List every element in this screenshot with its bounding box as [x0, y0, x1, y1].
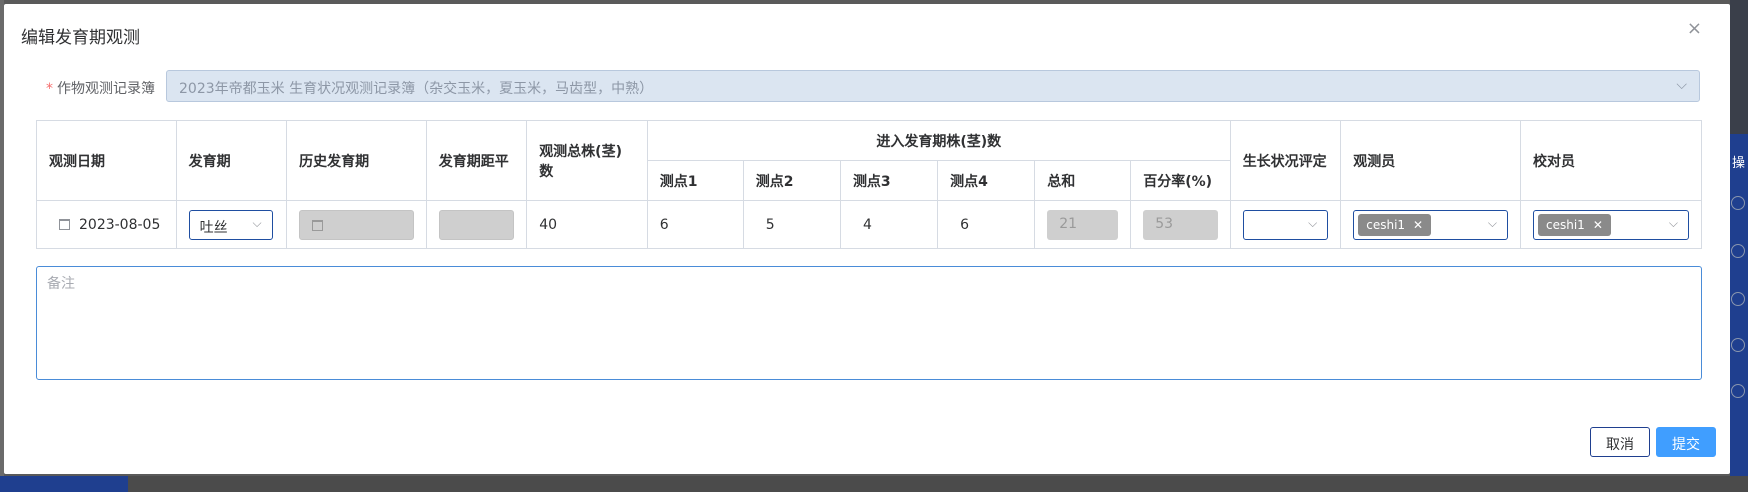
stage-select[interactable]: 吐丝 ⌵: [188, 209, 273, 240]
point1-cell[interactable]: 6: [646, 200, 744, 249]
point4-cell[interactable]: 6: [937, 200, 1036, 249]
point2-cell[interactable]: 5: [742, 200, 841, 249]
cancel-button[interactable]: 取消: [1590, 427, 1650, 457]
book-label: * 作物观测记录簿: [46, 78, 155, 98]
point3-cell[interactable]: 4: [839, 200, 939, 249]
observer-tag: ceshi1 ✕: [1358, 213, 1432, 236]
observer-tag-label: ceshi1: [1366, 217, 1406, 232]
sum-cell: 21: [1034, 200, 1132, 249]
header-stage-anomaly: 发育期距平: [425, 120, 528, 201]
backdrop-circle-icon: [1731, 244, 1745, 258]
header-point3: 测点3: [839, 160, 939, 201]
history-stage-input: [299, 209, 414, 240]
header-proofreader: 校对员: [1520, 120, 1702, 201]
remark-textarea[interactable]: 备注: [36, 266, 1702, 380]
remark-placeholder: 备注: [47, 276, 75, 292]
backdrop-bottom: [0, 476, 1748, 492]
stage-cell: 吐丝 ⌵: [175, 200, 288, 249]
backdrop-circle-icon: [1731, 196, 1745, 210]
header-percent: 百分率(%): [1130, 160, 1231, 201]
edit-stage-dialog: 编辑发育期观测 × * 作物观测记录簿 2023年帝都玉米 生育状况观测记录簿（杂…: [4, 4, 1730, 474]
backdrop-circle-icon: [1731, 292, 1745, 306]
percent-value: 53: [1143, 209, 1218, 240]
calendar-icon: [312, 219, 324, 231]
backdrop-circle-icon: [1731, 384, 1745, 398]
percent-cell: 53: [1130, 200, 1231, 249]
header-sum: 总和: [1034, 160, 1132, 201]
stage-value: 吐丝: [199, 219, 228, 236]
stage-anomaly-cell: [425, 200, 528, 249]
calendar-icon: [59, 219, 70, 230]
backdrop-side-strip: [1730, 134, 1748, 492]
submit-button[interactable]: 提交: [1656, 427, 1716, 457]
point2-value: 5: [765, 216, 775, 233]
header-point4: 测点4: [937, 160, 1036, 201]
growth-rating-select[interactable]: ⌵: [1242, 209, 1329, 240]
header-total-plants: 观测总株(茎)数: [526, 120, 648, 201]
proofreader-tag-label: ceshi1: [1546, 217, 1585, 232]
total-plants-value: 40: [539, 216, 558, 233]
stage-anomaly-input: [438, 209, 515, 240]
growth-rating-cell: ⌵: [1229, 200, 1342, 249]
observer-select[interactable]: ceshi1 ✕ ⌵: [1353, 209, 1508, 240]
proofreader-cell: ceshi1 ✕ ⌵: [1520, 200, 1702, 249]
dialog-title: 编辑发育期观测: [21, 28, 140, 48]
header-point1: 测点1: [646, 160, 744, 201]
book-select-value: 2023年帝都玉米 生育状况观测记录簿（杂交玉米，夏玉米，马齿型，中熟）: [179, 81, 654, 97]
backdrop-side-label: 操: [1732, 156, 1746, 171]
total-plants-cell[interactable]: 40: [526, 200, 648, 249]
history-stage-cell: [286, 200, 427, 249]
backdrop-circle-icon: [1731, 338, 1745, 352]
backdrop-nav: [0, 476, 128, 492]
point1-value: 6: [659, 216, 669, 233]
book-form-row: * 作物观测记录簿 2023年帝都玉米 生育状况观测记录簿（杂交玉米，夏玉米，马齿…: [36, 70, 1704, 102]
point4-value: 6: [960, 216, 969, 233]
header-history-stage: 历史发育期: [286, 120, 427, 201]
proofreader-tag: ceshi1 ✕: [1538, 213, 1611, 236]
header-observer: 观测员: [1340, 120, 1521, 201]
chevron-down-icon: ⌵: [1308, 215, 1318, 230]
point3-value: 4: [862, 216, 872, 233]
header-growth-rating: 生长状况评定: [1229, 120, 1342, 201]
proofreader-select[interactable]: ceshi1 ✕ ⌵: [1533, 209, 1689, 240]
header-point2: 测点2: [742, 160, 841, 201]
chevron-down-icon: ⌵: [252, 215, 262, 230]
header-obs-date: 观测日期: [36, 120, 177, 201]
obs-date-value: 2023-08-05: [79, 216, 161, 233]
table-row: 2023-08-05 吐丝 ⌵ 40 6 5 4 6 21 53 ⌵ ceshi…: [36, 200, 1702, 249]
chevron-down-icon: ⌵: [1676, 77, 1687, 93]
close-icon[interactable]: ×: [1687, 18, 1702, 39]
chevron-down-icon: ⌵: [1487, 215, 1497, 230]
book-select[interactable]: 2023年帝都玉米 生育状况观测记录簿（杂交玉米，夏玉米，马齿型，中熟） ⌵: [166, 70, 1700, 102]
book-label-text: 作物观测记录簿: [57, 81, 155, 97]
header-stage: 发育期: [175, 120, 288, 201]
close-icon[interactable]: ✕: [1593, 218, 1603, 232]
required-mark: *: [46, 81, 53, 97]
chevron-down-icon: ⌵: [1668, 215, 1678, 230]
observer-cell: ceshi1 ✕ ⌵: [1340, 200, 1521, 249]
backdrop-right-panel: 操: [1730, 0, 1748, 492]
obs-date-cell[interactable]: 2023-08-05: [36, 200, 177, 249]
close-icon[interactable]: ✕: [1413, 218, 1423, 232]
observation-table: 观测日期 发育期 历史发育期 发育期距平 观测总株(茎)数 进入发育期株(茎)数…: [36, 120, 1702, 249]
header-entered-group: 进入发育期株(茎)数: [646, 120, 1231, 161]
sum-value: 21: [1047, 209, 1119, 240]
